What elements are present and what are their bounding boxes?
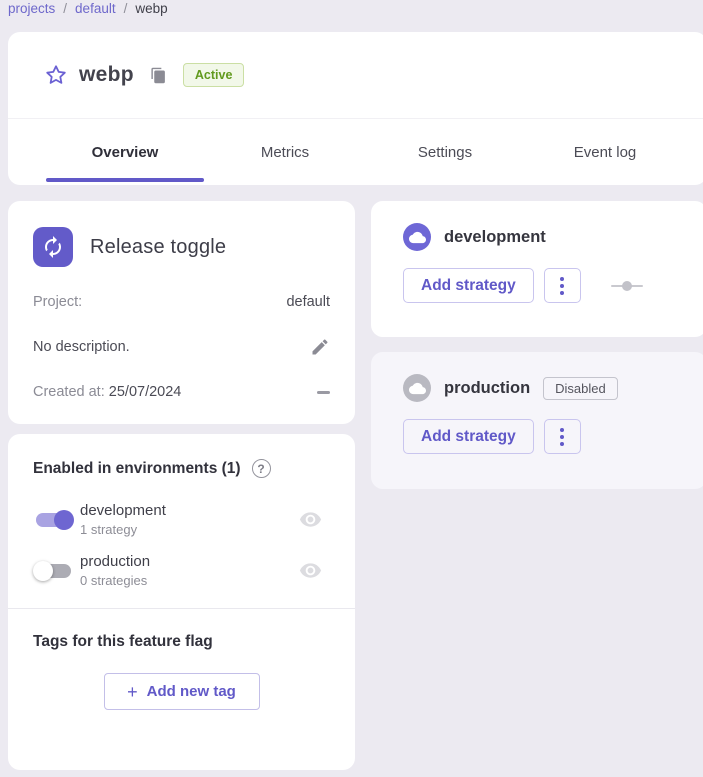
eye-icon[interactable] <box>299 508 322 531</box>
add-new-tag-button[interactable]: + Add new tag <box>104 673 260 710</box>
panel-header: development <box>403 223 703 251</box>
eye-icon[interactable] <box>299 559 322 582</box>
environment-panel-name: development <box>444 228 546 247</box>
tab-event-log[interactable]: Event log <box>525 119 685 185</box>
flag-type-row: Release toggle <box>33 227 330 267</box>
production-environment-panel: production Disabled Add strategy <box>371 352 703 489</box>
project-label: Project: <box>33 294 82 310</box>
copy-icon[interactable] <box>150 67 167 84</box>
tab-bar: Overview Metrics Settings Event log <box>8 118 703 185</box>
tab-metrics[interactable]: Metrics <box>205 119 365 185</box>
environment-row-production: production 0 strategies <box>33 553 330 588</box>
cloud-icon <box>403 374 431 402</box>
panel-header: production Disabled <box>403 374 703 402</box>
commit-line-icon <box>611 281 643 291</box>
help-icon[interactable]: ? <box>252 459 271 478</box>
status-badge: Active <box>183 63 245 87</box>
flag-details-card: Release toggle Project: default No descr… <box>8 201 355 424</box>
environment-strategy-count: 0 strategies <box>80 573 299 588</box>
breadcrumb-projects[interactable]: projects <box>8 1 55 16</box>
environment-name: production <box>80 553 299 570</box>
created-at-row: Created at: 25/07/2024 <box>33 384 330 400</box>
development-toggle[interactable] <box>33 508 74 532</box>
panel-actions: Add strategy <box>403 419 703 454</box>
breadcrumb-default[interactable]: default <box>75 1 116 16</box>
release-toggle-icon <box>33 227 73 267</box>
add-strategy-button[interactable]: Add strategy <box>403 419 534 454</box>
description-row: No description. <box>33 337 330 357</box>
section-divider <box>8 608 355 609</box>
environments-heading: Enabled in environments (1) <box>33 460 241 478</box>
tab-settings[interactable]: Settings <box>365 119 525 185</box>
environment-labels: production 0 strategies <box>80 553 299 588</box>
add-strategy-button[interactable]: Add strategy <box>403 268 534 303</box>
project-row: Project: default <box>33 294 330 310</box>
favorite-star-icon[interactable] <box>44 63 68 87</box>
environments-card: Enabled in environments (1) ? developmen… <box>8 434 355 770</box>
more-actions-kebab-button[interactable] <box>544 419 581 454</box>
created-at-value: 25/07/2024 <box>109 384 182 400</box>
development-environment-panel: development Add strategy <box>371 201 703 337</box>
environments-heading-row: Enabled in environments (1) ? <box>33 459 330 478</box>
more-actions-kebab-button[interactable] <box>544 268 581 303</box>
description-text: No description. <box>33 339 130 355</box>
panel-actions: Add strategy <box>403 268 703 303</box>
disabled-badge: Disabled <box>543 377 618 400</box>
plus-icon: + <box>127 683 138 701</box>
environment-strategy-count: 1 strategy <box>80 522 299 537</box>
edit-description-icon[interactable] <box>310 337 330 357</box>
environment-labels: development 1 strategy <box>80 502 299 537</box>
environment-row-development: development 1 strategy <box>33 502 330 537</box>
page-title: webp <box>79 63 134 87</box>
breadcrumb-current: webp <box>135 1 167 16</box>
production-toggle[interactable] <box>33 559 74 583</box>
project-value: default <box>286 294 330 310</box>
dash-icon <box>317 391 330 394</box>
environment-panel-name: production <box>444 379 530 398</box>
feature-header-card: webp Active Overview Metrics Settings Ev… <box>8 32 703 185</box>
cloud-icon <box>403 223 431 251</box>
tags-heading: Tags for this feature flag <box>33 633 330 651</box>
flag-type-label: Release toggle <box>90 236 226 259</box>
environment-name: development <box>80 502 299 519</box>
created-at-label: Created at: <box>33 384 105 400</box>
add-new-tag-label: Add new tag <box>147 683 236 700</box>
breadcrumb-separator: / <box>63 1 67 16</box>
tab-overview[interactable]: Overview <box>45 119 205 185</box>
breadcrumb-separator: / <box>124 1 128 16</box>
breadcrumb: projects / default / webp <box>8 1 168 16</box>
created-at-text: Created at: 25/07/2024 <box>33 384 181 400</box>
title-row: webp Active <box>8 32 703 93</box>
